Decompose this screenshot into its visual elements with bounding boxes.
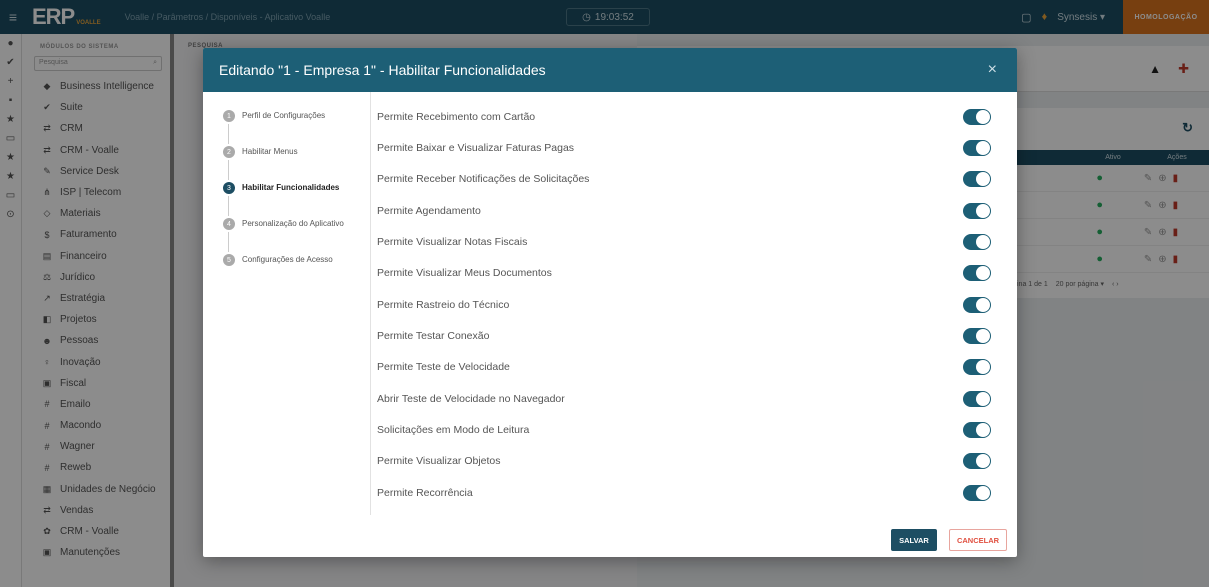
feature-label: Solicitações em Modo de Leitura [377, 424, 530, 437]
step-number: 2 [223, 146, 235, 158]
step-number: 5 [223, 254, 235, 266]
feature-toggle-switch[interactable] [963, 140, 991, 157]
feature-toggle-switch[interactable] [963, 328, 991, 345]
feature-toggle-switch[interactable] [963, 171, 991, 188]
feature-label: Permite Recebimento com Cartão [377, 110, 536, 123]
feature-label: Permite Visualizar Objetos [377, 455, 501, 468]
toggle-knob [976, 109, 990, 124]
feature-toggle-row: Solicitações em Modo de Leitura [377, 414, 999, 445]
feature-toggle-switch[interactable] [963, 359, 991, 376]
feature-label: Permite Visualizar Notas Fiscais [377, 236, 528, 249]
cancel-button[interactable]: CANCELAR [949, 529, 1007, 551]
feature-toggle-row: Abrir Teste de Velocidade no Navegador [377, 383, 999, 414]
wizard-step[interactable]: 2 Habilitar Menus [203, 144, 370, 180]
feature-label: Permite Teste de Velocidade [377, 361, 510, 374]
feature-label: Abrir Teste de Velocidade no Navegador [377, 392, 565, 405]
toggle-knob [976, 391, 990, 406]
toggle-knob [976, 454, 990, 469]
wizard-steps: 1 Perfil de Configurações 2 Habilitar Menus… [203, 92, 370, 288]
toggle-knob [976, 235, 990, 250]
feature-toggle-row: Permite Visualizar Objetos [377, 446, 999, 477]
toggle-knob [976, 485, 990, 500]
modal-footer: SALVAR CANCELAR [891, 529, 1007, 551]
wizard-step[interactable]: 1 Perfil de Configurações [203, 108, 370, 144]
feature-toggle-switch[interactable] [963, 453, 991, 470]
step-label: Habilitar Menus [242, 147, 298, 156]
modal-header: Editando "1 - Empresa 1" - Habilitar Fun… [203, 48, 1017, 92]
close-icon[interactable]: × [988, 62, 997, 78]
step-label: Habilitar Funcionalidades [242, 183, 340, 192]
wizard-step[interactable]: 3 Habilitar Funcionalidades [203, 180, 370, 216]
toggle-knob [976, 297, 990, 312]
toggle-knob [976, 203, 990, 218]
feature-toggle-row: Permite Recebimento com Cartão [377, 101, 999, 132]
feature-toggle-row: Permite Agendamento [377, 195, 999, 226]
feature-toggle-switch[interactable] [963, 422, 991, 439]
feature-toggle-switch[interactable] [963, 234, 991, 251]
step-number: 1 [223, 110, 235, 122]
toggle-knob [976, 266, 990, 281]
feature-label: Permite Baixar e Visualizar Faturas Paga… [377, 142, 575, 155]
feature-toggle-row: Permite Rastreio do Técnico [377, 289, 999, 320]
feature-toggle-switch[interactable] [963, 484, 991, 501]
feature-label: Permite Agendamento [377, 204, 481, 217]
step-label: Personalização do Aplicativo [242, 219, 344, 228]
feature-toggle-list: Permite Recebimento com Cartão Permite Ba… [377, 101, 999, 508]
feature-toggle-switch[interactable] [963, 202, 991, 219]
step-label: Configurações de Acesso [242, 255, 333, 264]
edit-features-modal: Editando "1 - Empresa 1" - Habilitar Fun… [203, 48, 1017, 557]
feature-toggle-switch[interactable] [963, 108, 991, 125]
feature-label: Permite Receber Notificações de Solicita… [377, 173, 590, 186]
step-connector [228, 232, 229, 252]
feature-toggle-row: Permite Teste de Velocidade [377, 352, 999, 383]
feature-label: Permite Testar Conexão [377, 330, 490, 343]
toggle-knob [976, 141, 990, 156]
feature-label: Permite Recorrência [377, 486, 473, 499]
feature-toggle-switch[interactable] [963, 296, 991, 313]
toggle-knob [976, 172, 990, 187]
feature-toggle-switch[interactable] [963, 265, 991, 282]
step-connector [228, 160, 229, 180]
feature-toggle-row: Permite Testar Conexão [377, 320, 999, 351]
modal-title: Editando "1 - Empresa 1" - Habilitar Fun… [219, 62, 546, 78]
step-connector [228, 196, 229, 216]
toggle-knob [976, 360, 990, 375]
feature-label: Permite Visualizar Meus Documentos [377, 267, 552, 280]
feature-toggle-row: Permite Visualizar Notas Fiscais [377, 226, 999, 257]
divider [370, 92, 371, 515]
feature-toggle-row: Permite Recorrência [377, 477, 999, 508]
step-connector [228, 124, 229, 144]
feature-toggle-switch[interactable] [963, 390, 991, 407]
wizard-step[interactable]: 5 Configurações de Acesso [203, 252, 370, 288]
feature-label: Permite Rastreio do Técnico [377, 298, 510, 311]
toggle-knob [976, 329, 990, 344]
step-number: 4 [223, 218, 235, 230]
feature-toggle-row: Permite Baixar e Visualizar Faturas Paga… [377, 132, 999, 163]
step-number: 3 [223, 182, 235, 194]
toggle-knob [976, 423, 990, 438]
feature-toggle-row: Permite Receber Notificações de Solicita… [377, 164, 999, 195]
feature-toggle-row: Permite Visualizar Meus Documentos [377, 258, 999, 289]
wizard-step[interactable]: 4 Personalização do Aplicativo [203, 216, 370, 252]
save-button[interactable]: SALVAR [891, 529, 937, 551]
step-label: Perfil de Configurações [242, 111, 326, 120]
